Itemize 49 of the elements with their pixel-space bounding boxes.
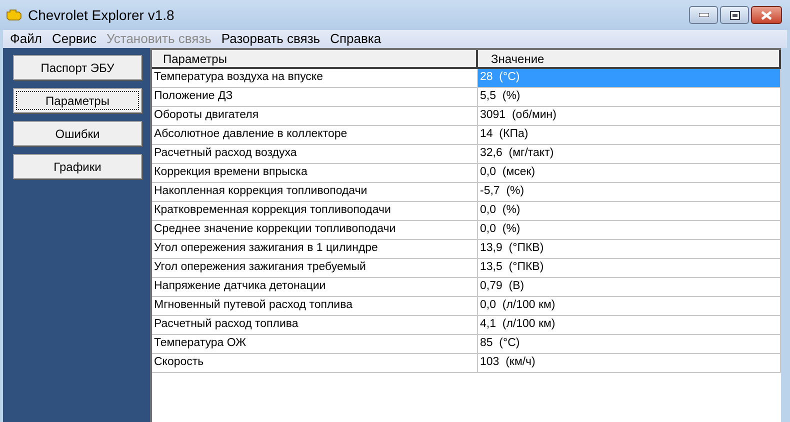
sidebar-button[interactable]: Паспорт ЭБУ (13, 55, 142, 80)
table-cell: 4,1 (л/100 км) (478, 316, 781, 335)
table-cell: Температура ОЖ (152, 335, 478, 354)
table-cell: 0,79 (В) (478, 278, 781, 297)
table-cell: Положение ДЗ (152, 88, 478, 107)
minimize-button[interactable] (689, 6, 718, 24)
column-header[interactable]: Значение (478, 50, 781, 69)
table-cell: 0,0 (л/100 км) (478, 297, 781, 316)
table-cell: Накопленная коррекция топливоподачи (152, 183, 478, 202)
sidebar-button[interactable]: Параметры (13, 88, 142, 113)
table-cell: 85 (°C) (478, 335, 781, 354)
table-cell: Среднее значение коррекции топливоподачи (152, 221, 478, 240)
table-cell: Кратковременная коррекция топливоподачи (152, 202, 478, 221)
table-cell: Температура воздуха на впуске (152, 69, 478, 88)
column-header[interactable]: Параметры (152, 50, 478, 69)
table-cell: 28 (°C) (478, 69, 781, 88)
table-cell: Угол опережения зажигания требуемый (152, 259, 478, 278)
menu-item[interactable]: Справка (325, 29, 386, 49)
maximize-button[interactable] (720, 6, 749, 24)
table-cell: 103 (км/ч) (478, 354, 781, 373)
table-cell: 0,0 (%) (478, 221, 781, 240)
table-cell: Абсолютное давление в коллекторе (152, 126, 478, 145)
table-cell: 13,5 (°ПКВ) (478, 259, 781, 278)
table-cell: 0,0 (мсек) (478, 164, 781, 183)
minimize-icon (698, 13, 708, 17)
sidebar-button[interactable]: Графики (13, 154, 142, 179)
table-cell: Обороты двигателя (152, 107, 478, 126)
table-cell: 3091 (об/мин) (478, 107, 781, 126)
maximize-icon (730, 10, 740, 20)
table-cell: Мгновенный путевой расход топлива (152, 297, 478, 316)
window-title: Chevrolet Explorer v1.8 (28, 6, 174, 25)
table-cell: 5,5 (%) (478, 88, 781, 107)
table-cell: Скорость (152, 354, 478, 373)
table-cell: Коррекция времени впрыска (152, 164, 478, 183)
table-cell: Напряжение датчика детонации (152, 278, 478, 297)
menu-item[interactable]: Сервис (46, 29, 102, 49)
menu-item[interactable]: Файл (5, 29, 47, 49)
table-cell: 14 (КПа) (478, 126, 781, 145)
close-icon (761, 10, 772, 20)
table-cell: 0,0 (%) (478, 202, 781, 221)
menu-item[interactable]: Разорвать связь (216, 29, 326, 49)
table-cell: 32,6 (мг/такт) (478, 145, 781, 164)
table-cell: Расчетный расход воздуха (152, 145, 478, 164)
close-button[interactable] (751, 6, 782, 24)
table-cell: -5,7 (%) (478, 183, 781, 202)
sidebar-button[interactable]: Ошибки (13, 121, 142, 146)
table-cell: Угол опережения зажигания в 1 цилиндре (152, 240, 478, 259)
table-cell: 13,9 (°ПКВ) (478, 240, 781, 259)
table-cell: Расчетный расход топлива (152, 316, 478, 335)
